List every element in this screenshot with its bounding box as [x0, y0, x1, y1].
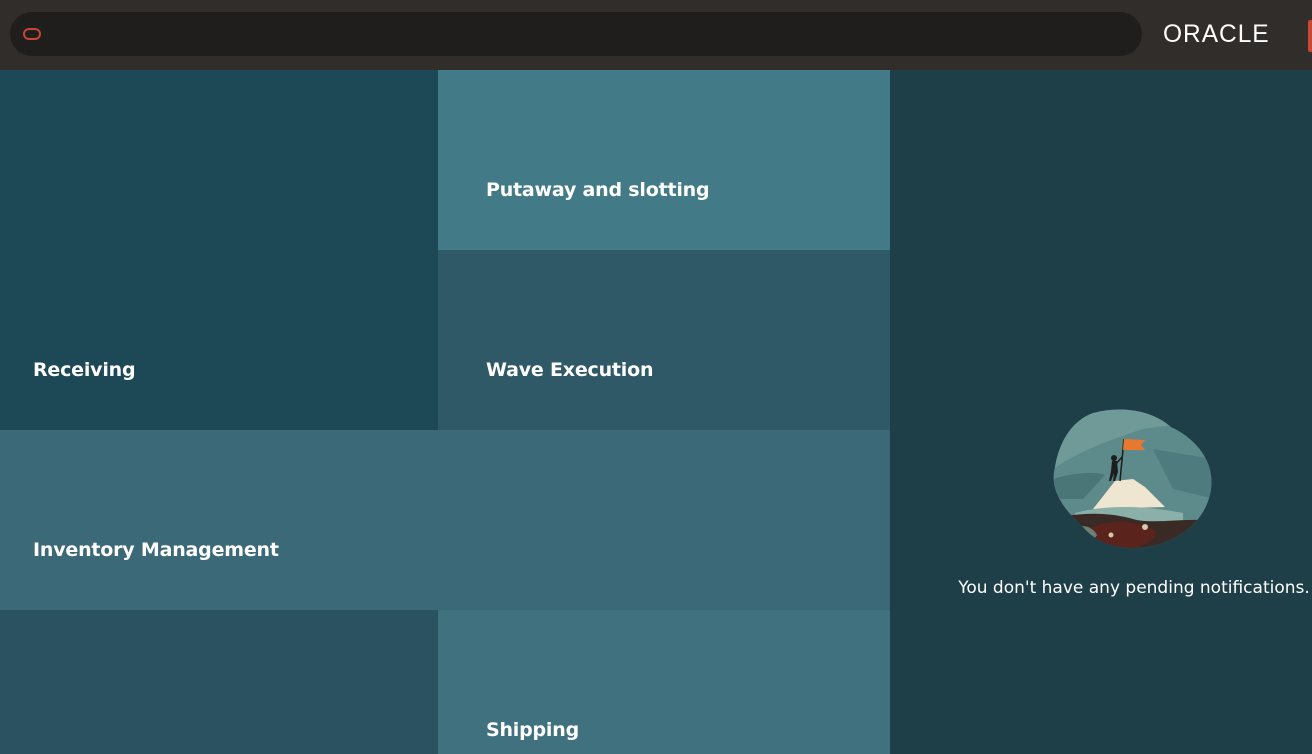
side-panel-tab[interactable]: [1308, 20, 1312, 52]
tile-label: Wave Execution: [486, 359, 654, 381]
oracle-o-icon: [23, 28, 41, 40]
search-input[interactable]: [54, 22, 1128, 48]
tile-label: Inventory Management: [33, 539, 279, 561]
tile-label: Putaway and slotting: [486, 179, 710, 201]
tile-label: Shipping: [486, 719, 579, 741]
tile-inventory-management[interactable]: Inventory Management: [0, 430, 890, 610]
tile-empty[interactable]: [0, 610, 438, 754]
empty-notifications-message: You don't have any pending notifications…: [958, 578, 1310, 598]
tile-shipping[interactable]: Shipping: [438, 610, 890, 754]
mountain-flag-illustration: [1053, 409, 1212, 548]
tile-putaway-and-slotting[interactable]: Putaway and slotting: [438, 70, 890, 250]
tile-receiving[interactable]: Receiving: [0, 70, 438, 430]
tile-label: Receiving: [33, 359, 136, 381]
tile-wave-execution[interactable]: Wave Execution: [438, 250, 890, 430]
search-bar[interactable]: [10, 12, 1142, 56]
notifications-panel: You don't have any pending notifications…: [890, 70, 1312, 754]
oracle-logo: ORACLE: [1163, 20, 1270, 48]
top-bar: ORACLE: [0, 0, 1312, 70]
